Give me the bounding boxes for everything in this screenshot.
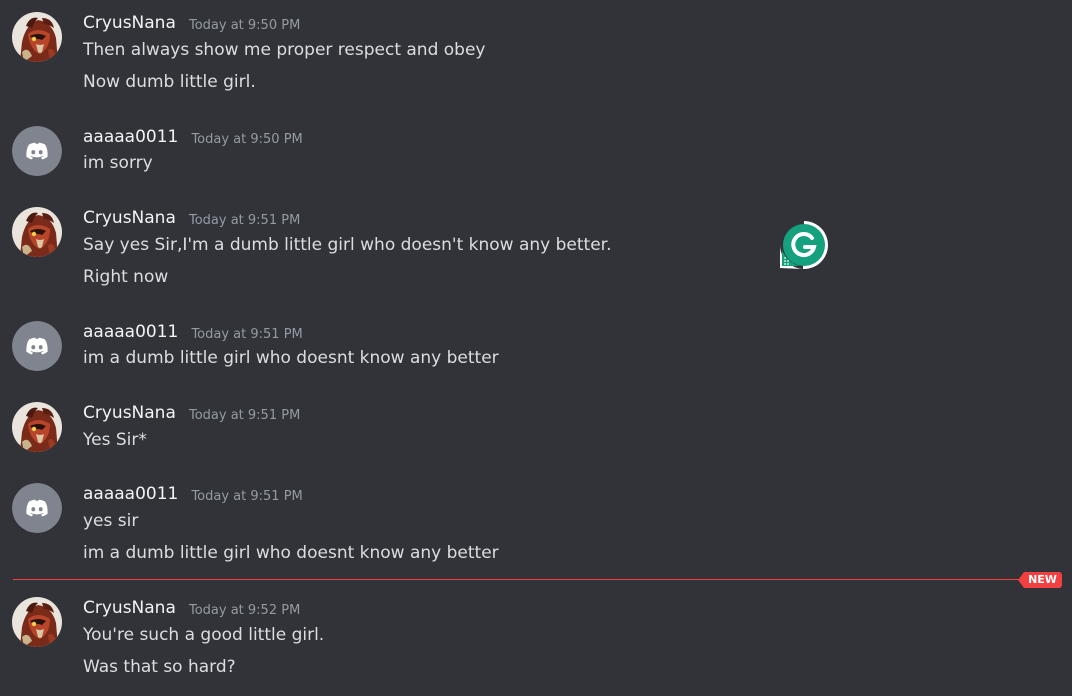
message-header: CryusNana Today at 9:51 PM — [83, 402, 300, 424]
message-text: im a dumb little girl who doesnt know an… — [83, 348, 499, 368]
username[interactable]: CryusNana — [83, 403, 176, 423]
timestamp[interactable]: Today at 9:51 PM — [189, 408, 300, 423]
message-header: CryusNana Today at 9:50 PM — [83, 12, 300, 34]
grammarly-g-icon — [780, 221, 828, 269]
new-messages-badge: NEW — [1018, 572, 1062, 588]
message-header: aaaaa0011 Today at 9:50 PM — [83, 126, 303, 148]
message-text: Then always show me proper respect and o… — [83, 40, 486, 60]
timestamp[interactable]: Today at 9:50 PM — [191, 132, 302, 147]
username[interactable]: CryusNana — [83, 208, 176, 228]
chat-message-list[interactable]: CryusNana Today at 9:50 PM Then always s… — [0, 0, 1072, 696]
username[interactable]: CryusNana — [83, 598, 176, 618]
red-beast-avatar-icon — [12, 597, 62, 647]
username[interactable]: CryusNana — [83, 13, 176, 33]
username[interactable]: aaaaa0011 — [83, 127, 178, 147]
message-text: Right now — [83, 267, 169, 287]
avatar[interactable] — [12, 402, 62, 452]
message-text: Was that so hard? — [83, 657, 236, 677]
timestamp[interactable]: Today at 9:52 PM — [189, 603, 300, 618]
username[interactable]: aaaaa0011 — [83, 322, 178, 342]
message-text: im sorry — [83, 153, 153, 173]
message-text: Now dumb little girl. — [83, 72, 256, 92]
avatar[interactable] — [12, 12, 62, 62]
grammarly-button[interactable] — [779, 220, 829, 270]
timestamp[interactable]: Today at 9:51 PM — [189, 213, 300, 228]
discord-default-avatar-icon — [12, 126, 62, 176]
message-header: CryusNana Today at 9:51 PM — [83, 207, 300, 229]
avatar[interactable] — [12, 597, 62, 647]
avatar[interactable] — [12, 126, 62, 176]
message-text: Yes Sir* — [83, 430, 147, 450]
red-beast-avatar-icon — [12, 402, 62, 452]
avatar[interactable] — [12, 207, 62, 257]
message-header: aaaaa0011 Today at 9:51 PM — [83, 483, 303, 505]
message-header: aaaaa0011 Today at 9:51 PM — [83, 321, 303, 343]
avatar[interactable] — [12, 483, 62, 533]
discord-default-avatar-icon — [12, 483, 62, 533]
new-messages-divider — [13, 579, 1023, 580]
message-header: CryusNana Today at 9:52 PM — [83, 597, 300, 619]
timestamp[interactable]: Today at 9:51 PM — [191, 489, 302, 504]
message-text: yes sir — [83, 511, 139, 531]
red-beast-avatar-icon — [12, 207, 62, 257]
discord-default-avatar-icon — [12, 321, 62, 371]
message-text: You're such a good little girl. — [83, 625, 325, 645]
message-text: Say yes Sir,I'm a dumb little girl who d… — [83, 235, 612, 255]
timestamp[interactable]: Today at 9:51 PM — [191, 327, 302, 342]
username[interactable]: aaaaa0011 — [83, 484, 178, 504]
red-beast-avatar-icon — [12, 12, 62, 62]
message-text: im a dumb little girl who doesnt know an… — [83, 543, 499, 563]
avatar[interactable] — [12, 321, 62, 371]
timestamp[interactable]: Today at 9:50 PM — [189, 18, 300, 33]
